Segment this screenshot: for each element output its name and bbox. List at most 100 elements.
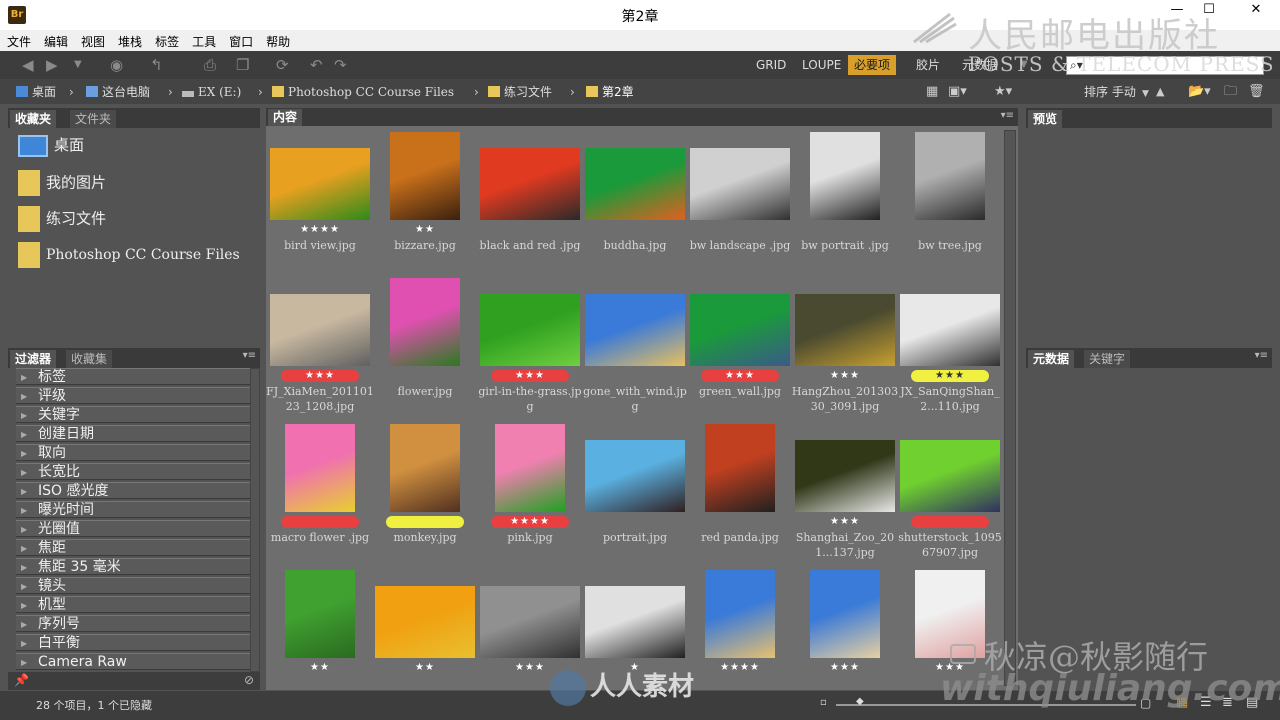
filter-category[interactable]: 曝光时间	[16, 501, 257, 519]
thumbnail-item[interactable]: red panda.jpg	[690, 422, 790, 564]
thumbnail-image[interactable]	[795, 440, 895, 512]
thumbnail-image[interactable]	[705, 424, 775, 512]
favorite-course-files[interactable]: Photoshop CC Course Files	[18, 242, 240, 270]
thumbnail-image[interactable]	[270, 148, 370, 220]
tab-metadata[interactable]: 元数据	[1028, 350, 1075, 368]
open-recent-folder-icon[interactable]: 📂▾	[1188, 83, 1211, 101]
star-rating[interactable]: ★★	[375, 224, 475, 235]
filter-category[interactable]: 白平衡	[16, 634, 257, 652]
breadcrumb-practice-files[interactable]: 练习文件	[488, 83, 552, 101]
thumbnail-item[interactable]: monkey.jpg	[375, 422, 475, 564]
thumbnail-item[interactable]: ★★ bizzare.jpg	[375, 130, 475, 272]
thumbnail-item[interactable]: ★★	[270, 568, 370, 690]
breadcrumb-separator-icon[interactable]: ›	[168, 83, 173, 101]
breadcrumb-computer[interactable]: 这台电脑	[86, 83, 150, 101]
menu-help[interactable]: 帮助	[259, 30, 296, 51]
breadcrumb-drive[interactable]: EX (E:)	[182, 83, 241, 101]
breadcrumb-separator-icon[interactable]: ›	[258, 83, 263, 101]
menu-window[interactable]: 窗口	[222, 30, 259, 51]
thumbnail-item[interactable]: ★★	[375, 568, 475, 690]
filter-by-rating-icon[interactable]: ★▾	[994, 83, 1012, 101]
rotate-left-icon[interactable]: ↶	[310, 56, 323, 74]
thumbnail-item[interactable]: gone_with_wind.jpg	[583, 276, 687, 418]
tab-folders[interactable]: 文件夹	[70, 110, 117, 128]
filter-category[interactable]: 机型	[16, 596, 257, 614]
color-label-bar[interactable]	[386, 516, 464, 528]
thumbnail-image[interactable]	[585, 440, 685, 512]
thumbnail-item[interactable]: ★★★ JX_SanQingShan_2...110.jpg	[900, 276, 1000, 418]
thumbnail-image[interactable]	[795, 294, 895, 366]
filter-category[interactable]: 取向	[16, 444, 257, 462]
refine-icon[interactable]: ❐	[236, 56, 249, 74]
filter-category[interactable]: 焦距 35 毫米	[16, 558, 257, 576]
pin-icon[interactable]: 📌	[14, 673, 29, 687]
thumbnail-item[interactable]: ★★★★ bird view.jpg	[270, 130, 370, 272]
thumbnail-item[interactable]: buddha.jpg	[585, 130, 685, 272]
thumbnail-image[interactable]	[390, 132, 460, 220]
filter-category[interactable]: 创建日期	[16, 425, 257, 443]
sort-dropdown[interactable]: 排序 手动	[1084, 83, 1136, 101]
color-label-bar[interactable]	[281, 516, 359, 528]
star-rating[interactable]: ★★★★	[270, 224, 370, 235]
breadcrumb-chapter2[interactable]: 第2章	[586, 83, 634, 101]
thumbnail-image[interactable]	[705, 570, 775, 658]
menu-stack[interactable]: 堆栈	[111, 30, 148, 51]
color-label-bar[interactable]: ★★★	[281, 370, 359, 382]
delete-icon[interactable]: 🗑	[1248, 83, 1265, 101]
tab-preview[interactable]: 预览	[1028, 110, 1063, 128]
thumbnail-image[interactable]	[810, 570, 880, 658]
sort-ascending-icon[interactable]: ▲	[1156, 83, 1164, 101]
workspace-filmstrip[interactable]: 胶片	[910, 55, 946, 75]
thumbnail-item[interactable]: ★★★ FJ_XiaMen_20110123_1208.jpg	[266, 276, 374, 418]
thumbnail-image[interactable]	[480, 148, 580, 220]
thumbnail-image[interactable]	[585, 586, 685, 658]
thumbnail-item[interactable]: black and red .jpg	[480, 130, 580, 272]
close-icon[interactable]: ✕	[1236, 0, 1276, 20]
recent-dropdown-icon[interactable]: ▼	[74, 56, 82, 74]
filter-category[interactable]: 评级	[16, 387, 257, 405]
thumbnail-image[interactable]	[495, 424, 565, 512]
thumbnail-item[interactable]: flower.jpg	[375, 276, 475, 418]
rotate-right-icon[interactable]: ↷	[334, 56, 347, 74]
thumbnail-item[interactable]: shutterstock_109567907.jpg	[898, 422, 1002, 564]
return-to-app-icon[interactable]: ↰	[150, 56, 163, 74]
menu-label[interactable]: 标签	[148, 30, 185, 51]
filter-category[interactable]: ISO 感光度	[16, 482, 257, 500]
thumbnail-image[interactable]	[270, 294, 370, 366]
review-mode-icon[interactable]: ▣▾	[948, 83, 967, 101]
menu-file[interactable]: 文件	[0, 30, 37, 51]
star-rating[interactable]: ★★★	[795, 370, 895, 381]
tab-content[interactable]: 内容	[268, 109, 303, 126]
tab-filter[interactable]: 过滤器	[10, 350, 57, 368]
sort-dropdown-arrow-icon[interactable]: ▼	[1142, 85, 1149, 103]
filter-category[interactable]: 关键字	[16, 406, 257, 424]
star-rating[interactable]: ★★	[270, 662, 370, 673]
thumbnail-image[interactable]	[900, 294, 1000, 366]
thumbnail-item[interactable]: ★★★ HangZhou_20130330_3091.jpg	[792, 276, 898, 418]
star-rating[interactable]: ★★★	[795, 662, 895, 673]
breadcrumb-separator-icon[interactable]: ›	[570, 83, 575, 101]
breadcrumb-course-files[interactable]: Photoshop CC Course Files	[272, 83, 454, 101]
star-rating[interactable]: ★★★	[795, 516, 895, 527]
favorite-my-pictures[interactable]: 我的图片	[18, 170, 106, 198]
thumbnail-item[interactable]: bw portrait .jpg	[795, 130, 895, 272]
workspace-grid[interactable]: GRID	[750, 55, 792, 75]
star-rating[interactable]: ★★★★	[690, 662, 790, 673]
color-label-bar[interactable]: ★★★	[911, 370, 989, 382]
filter-category[interactable]: 焦距	[16, 539, 257, 557]
filter-category[interactable]: 序列号	[16, 615, 257, 633]
thumbnail-image[interactable]	[810, 132, 880, 220]
open-camera-raw-icon[interactable]: ⟳	[276, 56, 289, 74]
thumbnail-image[interactable]	[915, 132, 985, 220]
thumbnail-item[interactable]: ★★★ Shanghai_Zoo_201...137.jpg	[795, 422, 895, 564]
thumbnail-image[interactable]	[585, 294, 685, 366]
thumbnail-quality-icon[interactable]: ▦	[926, 83, 938, 101]
color-label-bar[interactable]	[911, 516, 989, 528]
favorite-desktop[interactable]: 桌面	[18, 134, 84, 162]
thumbnail-image[interactable]	[480, 586, 580, 658]
workspace-loupe[interactable]: LOUPE	[796, 55, 847, 75]
slider-handle-icon[interactable]: ◆	[856, 696, 864, 707]
menu-tools[interactable]: 工具	[185, 30, 222, 51]
favorite-practice-files[interactable]: 练习文件	[18, 206, 106, 234]
breadcrumb-separator-icon[interactable]: ›	[69, 83, 74, 101]
